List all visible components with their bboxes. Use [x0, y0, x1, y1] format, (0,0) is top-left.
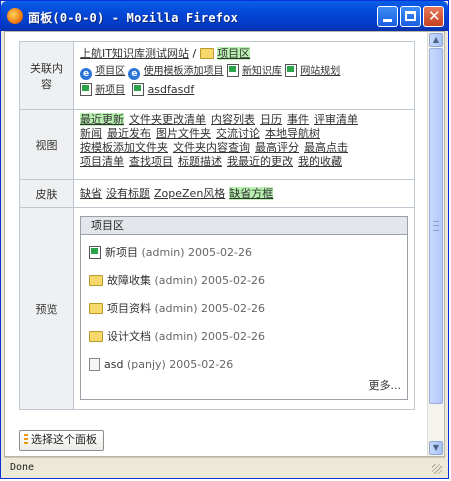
view-link[interactable]: 最近更新 — [80, 113, 124, 126]
view-link[interactable]: 本地导航树 — [265, 127, 320, 140]
select-panel-label: 选择这个面板 — [31, 433, 97, 446]
list-item[interactable]: 新项目 (admin) 2005-02-26 — [89, 239, 399, 267]
preview-label: 预览 — [19, 207, 74, 410]
resize-grip-icon[interactable] — [432, 464, 442, 474]
related-item-link[interactable]: 项目区 — [95, 66, 125, 77]
view-link[interactable]: 项目清单 — [80, 155, 124, 168]
list-item[interactable]: 故障收集 (admin) 2005-02-26 — [89, 267, 399, 295]
doc-icon — [89, 246, 101, 259]
preview-portlet: 项目区 新项目 (admin) 2005-02-26 故障收集 (admin) … — [80, 216, 408, 400]
grip-dots-icon — [24, 434, 28, 444]
view-link[interactable]: 事件 — [287, 113, 309, 126]
related-item-link[interactable]: 新知识库 — [242, 66, 282, 77]
doc-icon — [226, 64, 239, 77]
list-item-title: 新项目 — [105, 246, 138, 259]
view-link[interactable]: 最高评分 — [255, 141, 299, 154]
view-link[interactable]: 按模板添加文件夹 — [80, 141, 168, 154]
breadcrumb: 上航IT知识库测试网站 / 项目区 — [80, 47, 408, 61]
related-item-link[interactable]: 新项目 — [95, 85, 125, 96]
firefox-icon — [7, 8, 23, 24]
list-item-title: 故障收集 — [107, 274, 151, 287]
related-items-row-2: 新项目 asdfasdf — [80, 83, 408, 98]
list-item[interactable]: asd (panjy) 2005-02-26 — [89, 351, 399, 379]
views-label: 视图 — [19, 109, 74, 180]
scroll-up-arrow-icon[interactable]: ▲ — [429, 33, 443, 47]
breadcrumb-separator: / — [192, 47, 197, 60]
breadcrumb-current-link[interactable]: 项目区 — [217, 47, 251, 60]
close-icon: ✕ — [428, 7, 441, 25]
view-link[interactable]: 我的收藏 — [298, 155, 342, 168]
related-items-row-1: e 项目区 e 使用模板添加项目 新知识库 网站规划 — [80, 64, 408, 80]
view-link[interactable]: 评审清单 — [314, 113, 358, 126]
related-content: 上航IT知识库测试网站 / 项目区 e 项目区 e 使用模板添加项目 新知识库 … — [73, 41, 415, 110]
related-item-link[interactable]: 使用模板添加项目 — [144, 66, 224, 77]
scroll-down-arrow-icon[interactable]: ▼ — [429, 441, 443, 455]
skin-content: 缺省 没有标题 ZopeZen风格 缺省方框 — [73, 179, 415, 208]
list-item-meta: (panjy) 2005-02-26 — [126, 358, 234, 371]
more-link[interactable]: 更多... — [81, 379, 407, 399]
view-link[interactable]: 新闻 — [80, 127, 102, 140]
preview-content: 项目区 新项目 (admin) 2005-02-26 故障收集 (admin) … — [73, 207, 415, 410]
list-item-meta: (admin) 2005-02-26 — [154, 302, 265, 315]
ie-icon: e — [80, 68, 92, 80]
skin-link[interactable]: 缺省 — [80, 187, 102, 200]
folder-icon — [199, 48, 214, 59]
window-title: 面板(0-0-0) - Mozilla Firefox — [28, 11, 239, 25]
view-link[interactable]: 我最近的更改 — [227, 155, 293, 168]
preview-list: 新项目 (admin) 2005-02-26 故障收集 (admin) 2005… — [81, 235, 407, 379]
minimize-button[interactable] — [377, 6, 398, 27]
list-item-title: 设计文档 — [107, 330, 151, 343]
related-label: 关联内容 — [19, 41, 74, 110]
list-item-title: asd — [104, 358, 124, 371]
page-content: 关联内容 上航IT知识库测试网站 / 项目区 e 项目区 e 使用模板添加项目 — [4, 31, 445, 457]
scrollbar-thumb[interactable] — [429, 48, 443, 404]
panel-settings-table: 关联内容 上航IT知识库测试网站 / 项目区 e 项目区 e 使用模板添加项目 — [19, 41, 415, 410]
list-item-meta: (admin) 2005-02-26 — [154, 274, 265, 287]
doc-icon — [80, 83, 92, 96]
status-text: Done — [10, 462, 35, 473]
firefox-window: 面板(0-0-0) - Mozilla Firefox ✕ 关联内容 上航IT知… — [0, 0, 449, 479]
grip-icon — [433, 221, 439, 231]
folder-icon — [89, 303, 103, 314]
skin-label: 皮肤 — [19, 179, 74, 208]
list-item-title: 项目资料 — [107, 302, 151, 315]
view-link[interactable]: 文件夹更改清单 — [129, 113, 206, 126]
list-item-meta: (admin) 2005-02-26 — [141, 246, 252, 259]
view-link[interactable]: 最高点击 — [304, 141, 348, 154]
related-item-link[interactable]: asdfasdf — [148, 83, 195, 96]
view-link[interactable]: 最近发布 — [107, 127, 151, 140]
folder-icon — [89, 275, 103, 286]
list-item-meta: (admin) 2005-02-26 — [154, 330, 265, 343]
view-link[interactable]: 图片文件夹 — [156, 127, 211, 140]
related-item-link[interactable]: 网站规划 — [300, 66, 340, 77]
list-item[interactable]: 项目资料 (admin) 2005-02-26 — [89, 295, 399, 323]
title-bar[interactable]: 面板(0-0-0) - Mozilla Firefox ✕ — [1, 1, 448, 31]
close-button[interactable]: ✕ — [423, 6, 444, 27]
minimize-icon — [383, 19, 392, 22]
view-link[interactable]: 交流讨论 — [216, 127, 260, 140]
skin-link[interactable]: 没有标题 — [106, 187, 150, 200]
skin-link[interactable]: ZopeZen风格 — [154, 187, 225, 200]
skin-link[interactable]: 缺省方框 — [229, 186, 274, 200]
maximize-icon — [405, 11, 416, 21]
select-panel-button[interactable]: 选择这个面板 — [19, 430, 104, 451]
file-icon — [89, 358, 100, 371]
view-link[interactable]: 标题描述 — [178, 155, 222, 168]
doc-icon — [132, 83, 145, 96]
view-link[interactable]: 内容列表 — [211, 113, 255, 126]
views-content: 最近更新 文件夹更改清单 内容列表 日历 事件 评审清单 新闻 最近发布 图片文件夹 交流讨论本… — [73, 109, 415, 180]
list-item[interactable]: 设计文档 (admin) 2005-02-26 — [89, 323, 399, 351]
folder-icon — [89, 331, 103, 342]
doc-icon — [285, 64, 298, 77]
view-link[interactable]: 查找项目 — [129, 155, 173, 168]
maximize-button[interactable] — [400, 6, 421, 27]
ie-icon: e — [128, 68, 141, 80]
view-link[interactable]: 文件夹内容查询 — [173, 141, 250, 154]
vertical-scrollbar[interactable]: ▲ ▼ — [427, 32, 444, 456]
breadcrumb-root-link[interactable]: 上航IT知识库测试网站 — [80, 47, 189, 60]
view-link[interactable]: 日历 — [260, 113, 282, 126]
preview-portlet-title: 项目区 — [81, 217, 407, 235]
status-bar: Done — [4, 457, 445, 476]
